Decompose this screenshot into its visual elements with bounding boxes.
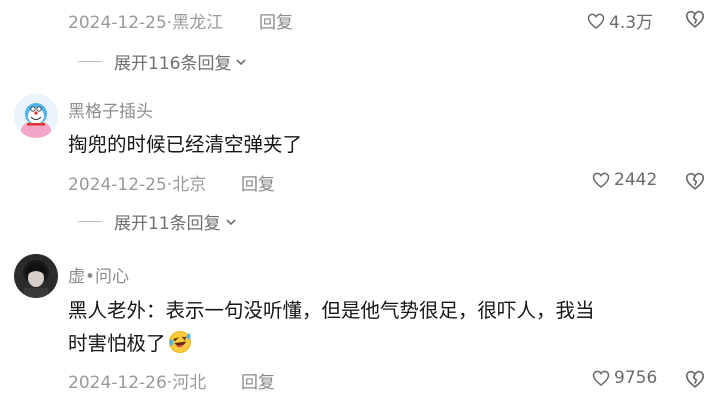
like-button[interactable]: 2442 — [591, 170, 657, 190]
heart-outline-icon — [592, 172, 610, 189]
comment-meta: 2024-12-25·北京 — [68, 175, 207, 195]
broken-heart-outline-icon — [685, 370, 705, 388]
avatar-image — [14, 94, 58, 138]
heart-outline-icon — [592, 370, 610, 387]
dislike-button[interactable] — [684, 8, 706, 34]
divider-line — [78, 60, 102, 63]
avatar[interactable] — [14, 94, 58, 138]
comment-date: 2024-12-26 — [68, 373, 167, 393]
broken-heart-outline-icon — [685, 10, 705, 28]
comment-location: 黑龙江 — [172, 13, 224, 33]
comment-text-line: 时害怕极了 — [68, 327, 708, 360]
reply-button[interactable]: 回复 — [241, 368, 275, 393]
reply-button[interactable]: 回复 — [241, 170, 275, 195]
reply-button[interactable]: 回复 — [259, 8, 293, 33]
comment-meta: 2024-12-26·河北 — [68, 373, 207, 393]
comment-location: 河北 — [172, 373, 207, 393]
comment-meta: 2024-12-25·黑龙江 — [68, 13, 224, 33]
chevron-down-icon — [236, 58, 247, 65]
like-count: 9756 — [614, 368, 658, 388]
chevron-down-icon — [226, 218, 236, 225]
expand-replies[interactable]: 展开11条回复 — [78, 209, 237, 234]
dislike-button[interactable] — [684, 368, 706, 394]
divider-line — [78, 220, 102, 223]
comment-location: 北京 — [172, 175, 207, 195]
like-count: 2442 — [614, 170, 658, 190]
avatar-image — [14, 254, 58, 298]
username[interactable]: 黑格子插头 — [68, 97, 153, 122]
dislike-button[interactable] — [684, 170, 706, 196]
laughing-tears-emoji — [168, 330, 192, 354]
expand-replies-label: 展开11条回复 — [114, 214, 221, 234]
expand-replies-label: 展开116条回复 — [114, 54, 232, 74]
broken-heart-outline-icon — [685, 172, 705, 190]
comment-text: 掏兜的时候已经清空弹夹了 — [68, 133, 303, 156]
like-button[interactable]: 4.3万 — [586, 8, 653, 33]
comment-date: 2024-12-25 — [68, 13, 167, 33]
comment-date: 2024-12-25 — [68, 175, 167, 195]
avatar[interactable] — [14, 254, 58, 298]
like-count: 4.3万 — [609, 13, 654, 33]
comment-text: 黑人老外：表示一句没听懂，但是他气势很足，很吓人，我当 时害怕极了 — [68, 294, 708, 360]
comment-text-line: 黑人老外：表示一句没听懂，但是他气势很足，很吓人，我当 — [68, 299, 595, 322]
heart-outline-icon — [587, 13, 605, 29]
expand-replies[interactable]: 展开116条回复 — [78, 49, 247, 74]
username[interactable]: 虚•问心 — [68, 262, 129, 287]
like-button[interactable]: 9756 — [591, 368, 657, 388]
